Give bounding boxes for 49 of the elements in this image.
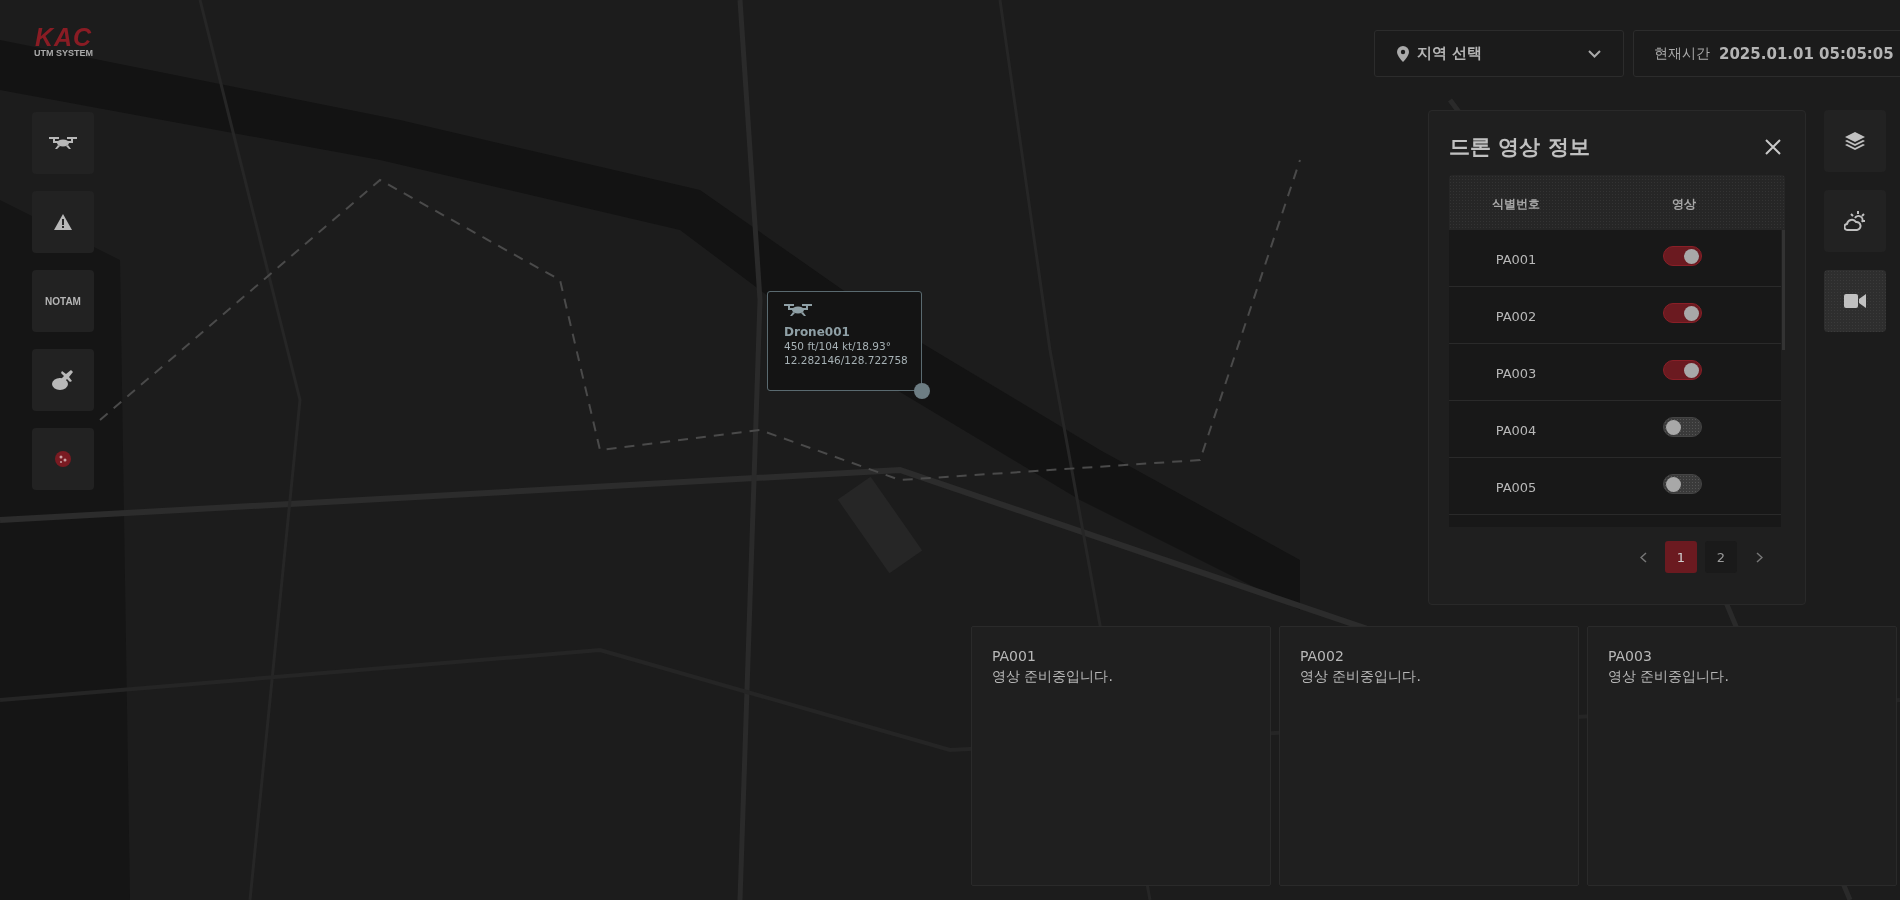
page-button[interactable]: 1 (1665, 541, 1697, 573)
logo-subtitle: UTM SYSTEM (34, 48, 93, 58)
chevron-left-icon (1639, 551, 1647, 563)
clock-label: 현재시간 (1654, 44, 1710, 63)
table-cell: PA004 (1495, 422, 1537, 438)
table-cell: PA003 (1495, 365, 1537, 381)
drone-id: PA003 (1608, 647, 1652, 666)
layers-icon (1845, 132, 1865, 150)
video-status-message: 영상 준비중입니다. (992, 667, 1113, 686)
chevron-right-icon (1755, 551, 1763, 563)
drone-coordinates: 12.282146/128.722758 (784, 353, 905, 367)
video-status-message: 영상 준비중입니다. (1608, 667, 1729, 686)
region-select[interactable]: 지역 선택 (1374, 30, 1624, 77)
drone-id: PA002 (1300, 647, 1344, 666)
warning-button[interactable] (32, 191, 94, 253)
textured-circle-icon (55, 451, 71, 467)
column-header: 영상 (1672, 196, 1696, 211)
warning-icon (54, 214, 72, 230)
toggle-switch[interactable] (1662, 360, 1702, 380)
drone-icon (784, 303, 812, 317)
notam-button[interactable]: NOTAM (32, 270, 94, 332)
toggle-switch[interactable] (1662, 246, 1702, 266)
logo-mark: KAC (34, 26, 93, 48)
drone-name: Drone001 (784, 325, 851, 339)
drone-button[interactable] (32, 112, 94, 174)
column-header: 식별번호 (1492, 196, 1540, 211)
location-pin-icon (1397, 45, 1409, 62)
page-button[interactable]: 2 (1705, 541, 1737, 573)
table-cell: PA005 (1495, 479, 1537, 495)
sun-cloud-icon (1844, 210, 1866, 232)
toggle-switch[interactable] (1662, 417, 1702, 437)
video-camera-icon (1844, 294, 1866, 308)
table-cell: PA001 (1495, 251, 1537, 267)
cloud-plane-icon (52, 370, 74, 390)
flight-data: 450 ft/104 kt/18.93° (784, 339, 892, 353)
panel-title: 드론 영상 정보 (1449, 134, 1590, 161)
chevron-down-icon (1588, 49, 1601, 58)
close-icon (1765, 139, 1781, 155)
layers-button[interactable] (1824, 110, 1886, 172)
video-status-message: 영상 준비중입니다. (1300, 667, 1421, 686)
drone-id: PA001 (992, 647, 1036, 666)
cloud-plane-button[interactable] (32, 349, 94, 411)
table-cell: PA002 (1495, 308, 1537, 324)
toggle-switch[interactable] (1662, 303, 1702, 323)
drone-icon (49, 136, 77, 150)
weather-button[interactable] (1824, 190, 1886, 252)
toggle-switch[interactable] (1662, 474, 1702, 494)
clock-time: 2025.01.01 05:05:05 (1719, 44, 1894, 63)
video-button[interactable] (1824, 270, 1886, 332)
